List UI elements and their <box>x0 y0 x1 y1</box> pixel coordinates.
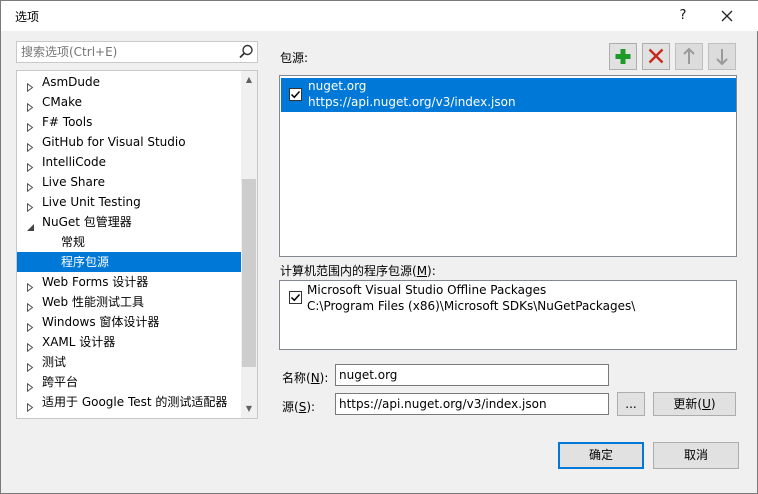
tree-item-label: Live Share <box>42 175 105 189</box>
x-icon <box>648 48 664 64</box>
search-input[interactable] <box>17 42 231 62</box>
search-icon[interactable] <box>237 43 255 61</box>
machine-source-path: C:\Program Files (x86)\Microsoft SDKs\Nu… <box>307 299 636 313</box>
search-box[interactable] <box>16 41 258 63</box>
tree-item[interactable]: IntelliCode <box>17 152 241 173</box>
tree-item[interactable]: F# Tools <box>17 112 241 133</box>
tree-item-label: 适用于 Google Test 的测试适配器 <box>42 395 228 409</box>
source-label: 源(S): <box>282 400 316 414</box>
window-title: 选项 <box>15 10 40 24</box>
source-item[interactable]: nuget.org https://api.nuget.org/v3/index… <box>281 78 736 112</box>
chevron-right-icon[interactable] <box>26 118 34 133</box>
tree-item-label: AsmDude <box>42 75 100 89</box>
remove-source-button[interactable] <box>642 43 670 70</box>
tree-item-label: CMake <box>42 95 82 109</box>
tree-item-label: Windows 窗体设计器 <box>42 315 160 329</box>
checkmark-icon <box>290 293 301 302</box>
update-button[interactable]: 更新(U) <box>653 392 736 416</box>
options-tree[interactable]: AsmDude CMake F# Tools GitHub for Visual St… <box>16 70 258 419</box>
tree-item[interactable]: AsmDude <box>17 72 241 93</box>
checkmark-icon <box>290 90 301 99</box>
machine-sources-list[interactable]: Microsoft Visual Studio Offline Packages… <box>279 280 737 350</box>
close-icon <box>721 10 733 22</box>
chevron-right-icon[interactable] <box>26 198 34 213</box>
tree-item-label: 程序包源 <box>61 255 110 269</box>
chevron-right-icon[interactable] <box>26 138 34 153</box>
name-input[interactable]: nuget.org <box>335 364 609 386</box>
chevron-right-icon[interactable] <box>26 378 34 393</box>
scroll-up-arrow[interactable]: ▲ <box>241 72 257 88</box>
tree-item[interactable]: 跨平台 <box>17 372 241 393</box>
machine-source-name: Microsoft Visual Studio Offline Packages <box>307 283 547 297</box>
tree-item[interactable]: 程序包源 <box>17 252 241 272</box>
chevron-right-icon[interactable] <box>26 298 34 313</box>
tree-item[interactable]: 测试 <box>17 352 241 373</box>
scroll-down-arrow[interactable]: ▼ <box>241 401 257 417</box>
close-button[interactable] <box>712 4 742 28</box>
tree-item[interactable]: Live Unit Testing <box>17 192 241 213</box>
tree-item[interactable]: GitHub for Visual Studio <box>17 132 241 153</box>
package-sources-list[interactable]: nuget.org https://api.nuget.org/v3/index… <box>279 75 737 257</box>
cancel-button[interactable]: 取消 <box>653 442 739 469</box>
arrow-down-icon <box>716 49 728 66</box>
chevron-right-icon[interactable] <box>26 358 34 373</box>
browse-button[interactable]: ... <box>617 392 645 416</box>
tree-item-label: Web Forms 设计器 <box>42 275 149 289</box>
tree-item-label: F# Tools <box>42 115 93 129</box>
move-down-button[interactable] <box>708 43 736 70</box>
chevron-right-icon[interactable] <box>26 278 34 293</box>
tree-item[interactable]: Web 性能测试工具 <box>17 292 241 313</box>
tree-item-label: 测试 <box>42 355 67 369</box>
tree-item[interactable]: NuGet 包管理器 <box>17 212 241 232</box>
chevron-right-icon[interactable] <box>26 338 34 353</box>
options-dialog: 选项 ? AsmDude CMake F# Tools GitHub for Visu… <box>0 0 758 494</box>
tree-item-label: 常规 <box>61 235 86 249</box>
source-url: https://api.nuget.org/v3/index.json <box>308 95 516 109</box>
move-up-button[interactable] <box>675 43 703 70</box>
tree-item-label: 跨平台 <box>42 375 79 389</box>
name-label: 名称(N): <box>282 371 329 385</box>
chevron-right-icon[interactable] <box>26 398 34 413</box>
chevron-right-icon[interactable] <box>26 158 34 173</box>
machine-source-checkbox[interactable] <box>289 291 302 304</box>
scrollbar-thumb[interactable] <box>242 179 256 367</box>
tree-item-label: XAML 设计器 <box>42 335 116 349</box>
tree-item[interactable]: Web Forms 设计器 <box>17 272 241 293</box>
tree-item[interactable]: Live Share <box>17 172 241 193</box>
tree-item-label: Live Unit Testing <box>42 195 141 209</box>
chevron-right-icon[interactable] <box>26 78 34 93</box>
add-source-button[interactable] <box>609 43 637 70</box>
tree-item-label: Web 性能测试工具 <box>42 295 144 309</box>
tree-item-label: NuGet 包管理器 <box>42 215 132 229</box>
arrow-up-icon <box>683 47 695 64</box>
chevron-right-icon[interactable] <box>26 98 34 113</box>
source-name: nuget.org <box>308 79 367 93</box>
chevron-down-icon[interactable] <box>26 218 34 231</box>
source-input[interactable]: https://api.nuget.org/v3/index.json <box>335 393 609 415</box>
tree-item-label: GitHub for Visual Studio <box>42 135 186 149</box>
chevron-right-icon[interactable] <box>26 178 34 193</box>
tree-item[interactable]: 适用于 Google Test 的测试适配器 <box>17 392 241 413</box>
title-bar: 选项 ? <box>1 1 758 31</box>
tree-item[interactable]: XAML 设计器 <box>17 332 241 353</box>
help-button[interactable]: ? <box>668 4 698 28</box>
ok-button[interactable]: 确定 <box>558 442 644 469</box>
tree-item[interactable]: CMake <box>17 92 241 113</box>
tree-item[interactable]: Windows 窗体设计器 <box>17 312 241 333</box>
tree-item-label: IntelliCode <box>42 155 106 169</box>
chevron-right-icon[interactable] <box>26 318 34 333</box>
plus-icon <box>615 49 631 64</box>
machine-sources-label: 计算机范围内的程序包源(M): <box>280 264 436 278</box>
source-enabled-checkbox[interactable] <box>289 88 302 101</box>
package-sources-label: 包源: <box>280 51 309 65</box>
tree-item[interactable]: 常规 <box>17 232 241 252</box>
